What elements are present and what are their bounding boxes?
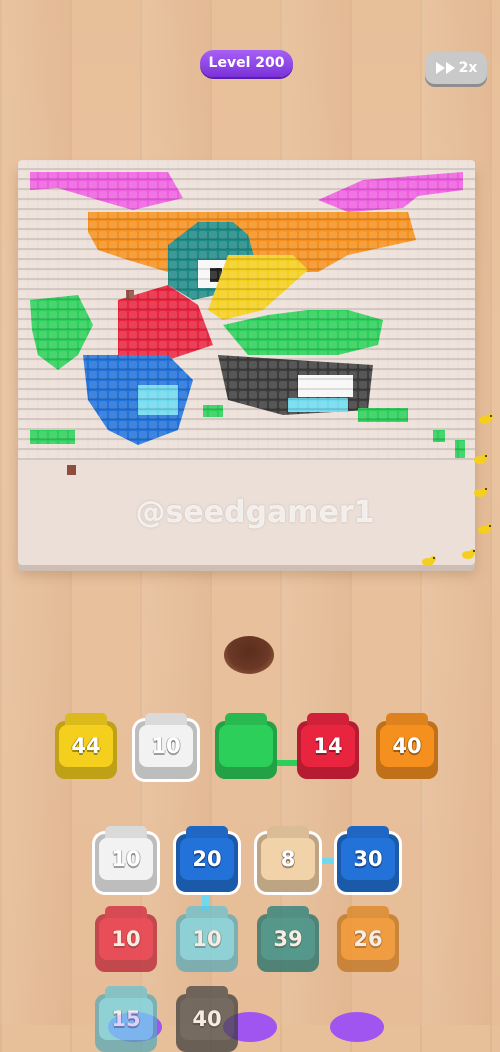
jar-blue[interactable]: 20 (176, 826, 238, 892)
jar-count: 10 (99, 838, 153, 880)
jar-count: 44 (59, 725, 113, 767)
jar-count: 10 (180, 918, 234, 960)
jar-yellow[interactable]: 44 (55, 713, 117, 779)
jar-cyan[interactable]: 15 (95, 986, 157, 1052)
jar-count: 10 (99, 918, 153, 960)
jar-count: 10 (139, 725, 193, 767)
jar-count: 20 (180, 838, 234, 880)
jar-beige[interactable]: 8 (257, 826, 319, 892)
jar-count (219, 725, 273, 767)
jar-teal[interactable]: 39 (257, 906, 319, 972)
jar-orange[interactable]: 26 (337, 906, 399, 972)
jar-link (317, 858, 339, 864)
exit-hole (224, 636, 274, 674)
jar-red[interactable]: 10 (95, 906, 157, 972)
jar-count: 39 (261, 918, 315, 960)
level-indicator: Level 200 (200, 50, 293, 77)
ant-icon (474, 487, 488, 497)
brown-bit (67, 465, 76, 475)
speed-toggle-button[interactable]: 2x (425, 52, 487, 84)
jar-count: 40 (180, 998, 234, 1040)
jar-cyan[interactable]: 10 (176, 906, 238, 972)
jar-count: 40 (380, 725, 434, 767)
jar-white[interactable]: 10 (95, 826, 157, 892)
bottom-bubble (330, 1012, 384, 1042)
jar-gray[interactable]: 40 (176, 986, 238, 1052)
ant-icon (462, 549, 476, 559)
jar-red[interactable]: 14 (297, 713, 359, 779)
fast-forward-icon (435, 62, 455, 74)
jar-orange[interactable]: 40 (376, 713, 438, 779)
jar-white[interactable]: 10 (135, 713, 197, 779)
pixel-art (18, 160, 475, 475)
jar-count: 30 (341, 838, 395, 880)
jar-count: 14 (301, 725, 355, 767)
ant-icon (474, 454, 488, 464)
ant-icon (479, 414, 493, 424)
jar-blue[interactable]: 30 (337, 826, 399, 892)
jar-count: 8 (261, 838, 315, 880)
ant-icon (478, 524, 492, 534)
pixel-texture (18, 160, 475, 460)
ant-icon (422, 556, 436, 566)
jar-count: 15 (99, 998, 153, 1040)
speed-label: 2x (458, 60, 478, 76)
jar-green[interactable] (215, 713, 277, 779)
jar-count: 26 (341, 918, 395, 960)
